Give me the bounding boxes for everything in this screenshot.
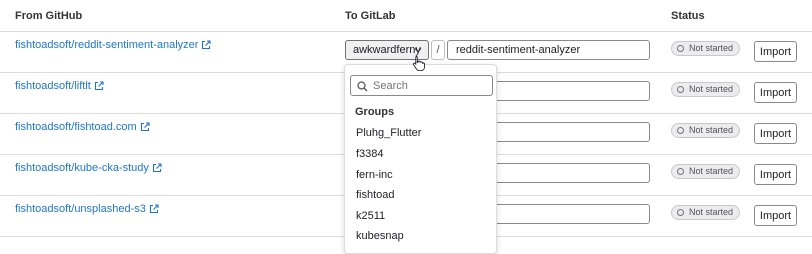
status-badge: Not started: [671, 41, 741, 56]
status-circle-icon: [677, 127, 684, 134]
repo-link[interactable]: fishtoadsoft/liftlt: [15, 80, 104, 92]
import-button[interactable]: Import: [754, 41, 797, 62]
repo-link[interactable]: fishtoadsoft/fishtoad.com: [15, 121, 150, 133]
status-badge: Not started: [671, 123, 741, 138]
search-placeholder: Search: [373, 80, 408, 92]
dropdown-item[interactable]: k2511: [356, 210, 385, 222]
import-button[interactable]: Import: [754, 164, 797, 185]
status-circle-icon: [677, 168, 684, 175]
repo-link-label: fishtoadsoft/unsplashed-s3: [15, 203, 146, 215]
dropdown-item[interactable]: fern-inc: [356, 169, 393, 181]
external-link-icon: [140, 122, 150, 132]
status-label: Not started: [689, 43, 734, 53]
external-link-icon: [152, 163, 162, 173]
dropdown-item[interactable]: f3384: [356, 148, 384, 160]
status-circle-icon: [677, 209, 684, 216]
status-label: Not started: [689, 166, 734, 176]
external-link-icon: [149, 204, 159, 214]
dropdown-item[interactable]: fishtoad: [356, 189, 395, 201]
repo-link-label: fishtoadsoft/fishtoad.com: [15, 121, 137, 133]
search-icon: [357, 81, 368, 92]
table-header: From GitHub To GitLab Status: [0, 0, 812, 32]
import-button[interactable]: Import: [754, 205, 797, 226]
namespace-label: awkwardferny: [353, 44, 421, 56]
repo-link[interactable]: fishtoadsoft/kube-cka-study: [15, 162, 162, 174]
repo-link-label: fishtoadsoft/kube-cka-study: [15, 162, 149, 174]
status-label: Not started: [689, 207, 734, 217]
repo-link-label: fishtoadsoft/liftlt: [15, 80, 91, 92]
status-label: Not started: [689, 125, 734, 135]
project-name-input[interactable]: reddit-sentiment-analyzer: [447, 40, 650, 60]
column-header-to-gitlab: To GitLab: [345, 10, 396, 22]
status-label: Not started: [689, 84, 734, 94]
repo-link[interactable]: fishtoadsoft/unsplashed-s3: [15, 203, 159, 215]
groups-heading: Groups: [355, 106, 395, 118]
dropdown-item[interactable]: kubesnap: [356, 230, 404, 242]
repo-link-label: fishtoadsoft/reddit-sentiment-analyzer: [15, 39, 199, 51]
hand-cursor-icon: [413, 55, 425, 71]
status-badge: Not started: [671, 164, 741, 179]
status-badge: Not started: [671, 205, 741, 220]
chevron-down-icon: [414, 48, 422, 53]
import-button[interactable]: Import: [754, 123, 797, 144]
column-header-from-github: From GitHub: [15, 10, 83, 22]
import-button[interactable]: Import: [754, 82, 797, 103]
column-header-status: Status: [671, 10, 705, 22]
status-circle-icon: [677, 45, 684, 52]
dropdown-item[interactable]: Pluhg_Flutter: [356, 127, 421, 139]
repo-link[interactable]: fishtoadsoft/reddit-sentiment-analyzer: [15, 39, 211, 51]
status-badge: Not started: [671, 82, 741, 97]
namespace-dropdown-menu: Search Groups Pluhg_Flutter f3384 fern-i…: [344, 64, 497, 254]
external-link-icon: [202, 40, 211, 50]
path-separator: /: [431, 40, 445, 60]
external-link-icon: [94, 81, 104, 91]
status-circle-icon: [677, 86, 684, 93]
namespace-search-input[interactable]: Search: [350, 75, 493, 96]
